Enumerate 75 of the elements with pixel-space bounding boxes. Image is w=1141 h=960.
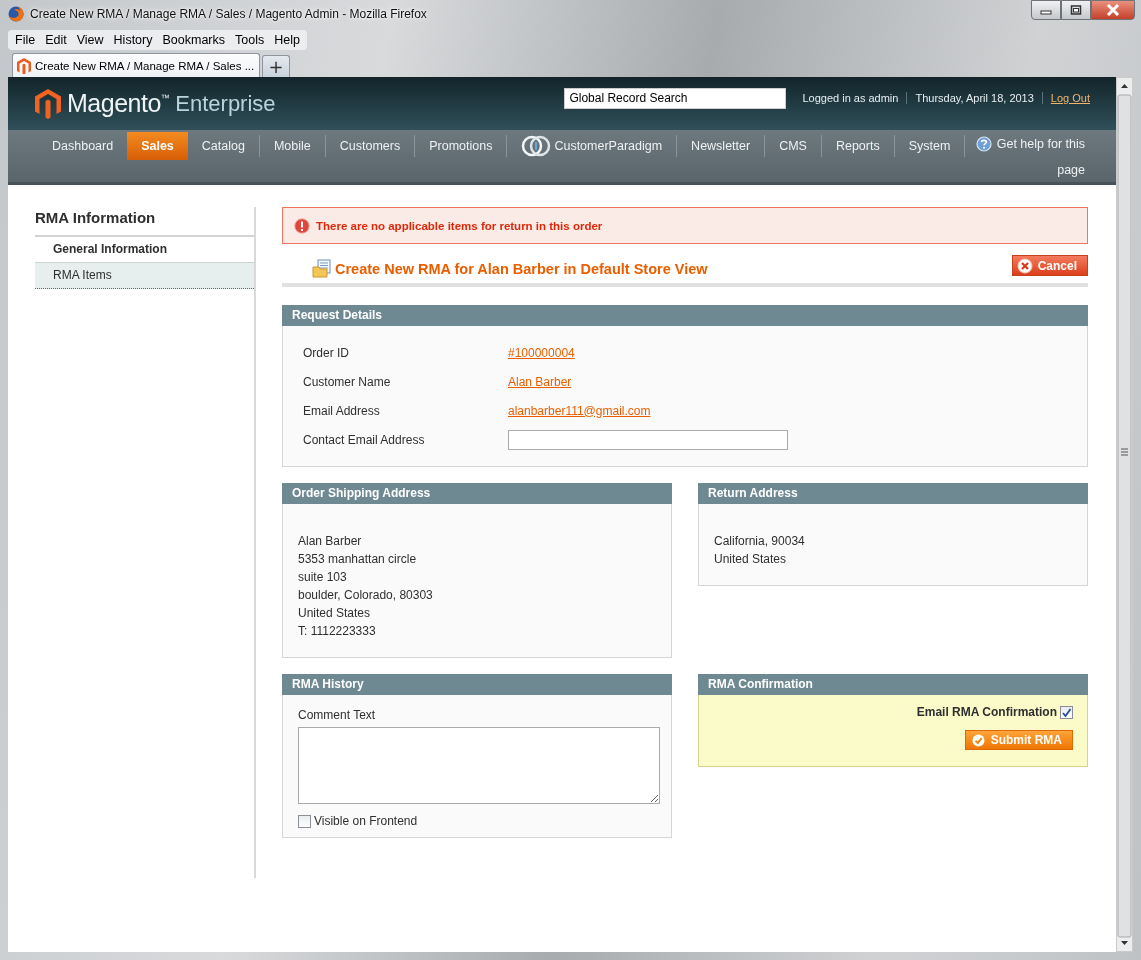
help-link[interactable]: Get help for this page [976,131,1116,183]
menu-item[interactable]: View [71,33,109,47]
nav-tab[interactable]: System [894,132,965,160]
checkbox[interactable] [1060,705,1073,719]
value-link[interactable]: alanbarber111@gmail.com [508,403,651,418]
document-icon [312,259,331,278]
menu-item[interactable]: File [10,33,41,47]
address-line: T: 1112223333 [298,623,377,640]
logo-icon [35,88,61,119]
address-line: boulder, Colorado, 80303 [298,587,434,604]
checkbox-label: Visible on Frontend [314,814,418,828]
magento-icon [17,57,31,74]
alert-icon [294,217,310,234]
logout-link[interactable]: Log Out [1041,92,1090,104]
user-info: Logged in as admin [801,92,900,104]
field-label: Contact Email Address [303,432,426,447]
cancel-button[interactable]: Cancel [1011,255,1088,276]
date-text: Thursday, April 18, 2013 [906,92,1042,104]
nav-tab[interactable]: Dashboard [38,132,128,160]
menu-item[interactable]: Bookmarks [157,33,230,47]
nav-tab[interactable]: Mobile [259,132,325,160]
help-icon [976,136,992,152]
page-title: Create New RMA for Alan Barber in Default Store View [335,260,708,277]
close-icon [1016,257,1033,274]
maximize-icon [1070,5,1082,15]
address-line: Alan Barber [298,533,363,550]
menu-item[interactable]: History [108,33,158,47]
field-label: Customer Name [303,374,392,389]
menu-item[interactable]: Help [269,33,305,47]
scrollbar[interactable] [1116,77,1133,952]
value-link[interactable]: #100000004 [508,345,575,360]
history-header: RMA History [282,674,672,695]
input-field[interactable] [508,429,788,450]
check-icon [971,733,985,747]
request-header: Request Details [282,305,1088,326]
field-label: Email Address [303,403,381,418]
address-line: California, 90034 [714,533,806,550]
sidebar-tab[interactable]: RMA Items [35,262,254,289]
browser-tab[interactable]: Create New RMA / Manage RMA / Sales ... [12,53,260,77]
confirmation-header: RMA Confirmation [698,674,1088,695]
field-label: Order ID [303,345,350,360]
close-button[interactable] [1091,0,1135,20]
nav-tab[interactable]: Sales [127,132,188,160]
firefox-icon [8,6,24,22]
field-label: Comment Text [298,707,377,724]
nav-tab[interactable]: Catalog [187,132,259,160]
nav-tab[interactable]: Newsletter [677,132,765,160]
nav-tab[interactable]: Customers [325,132,415,160]
minimize-button[interactable] [1031,0,1061,20]
checkbox-label: Email RMA Confirmation [916,705,1057,719]
value-link[interactable]: Alan Barber [508,374,572,389]
logo-icon [521,133,552,159]
address-line: United States [714,551,788,568]
brand-name: Magento$^{™}$ [67,89,170,118]
edition-name: Enterprise [175,90,276,117]
maximize-button[interactable] [1061,0,1091,20]
shipping-header: Order Shipping Address [282,483,672,504]
nav-tab[interactable]: Promotions [415,132,507,160]
address-line: United States [298,605,372,622]
error-message: There are no applicable items for return in this order [282,207,1088,244]
window-title: Create New RMA / Manage RMA / Sales / Magento Admin - Mozilla Firefox [30,7,427,21]
checkbox[interactable] [298,814,311,828]
nav-tab[interactable]: CMS [765,132,821,160]
submit-button[interactable]: Submit RMA [964,730,1073,750]
new-tab-button[interactable]: + [262,55,290,77]
menu-item[interactable]: Edit [40,33,72,47]
search-field[interactable]: Global Record Search [564,87,787,109]
address-line: 5353 manhattan circle [298,551,418,568]
address-line: suite 103 [298,569,348,586]
nav-tab[interactable]: CustomerParadigm [507,132,677,160]
return-header: Return Address [698,483,1088,504]
menu-item[interactable]: Tools [230,33,270,47]
nav-tab[interactable]: Reports [821,132,894,160]
comment-field[interactable] [298,727,660,804]
close-icon [1106,4,1120,16]
